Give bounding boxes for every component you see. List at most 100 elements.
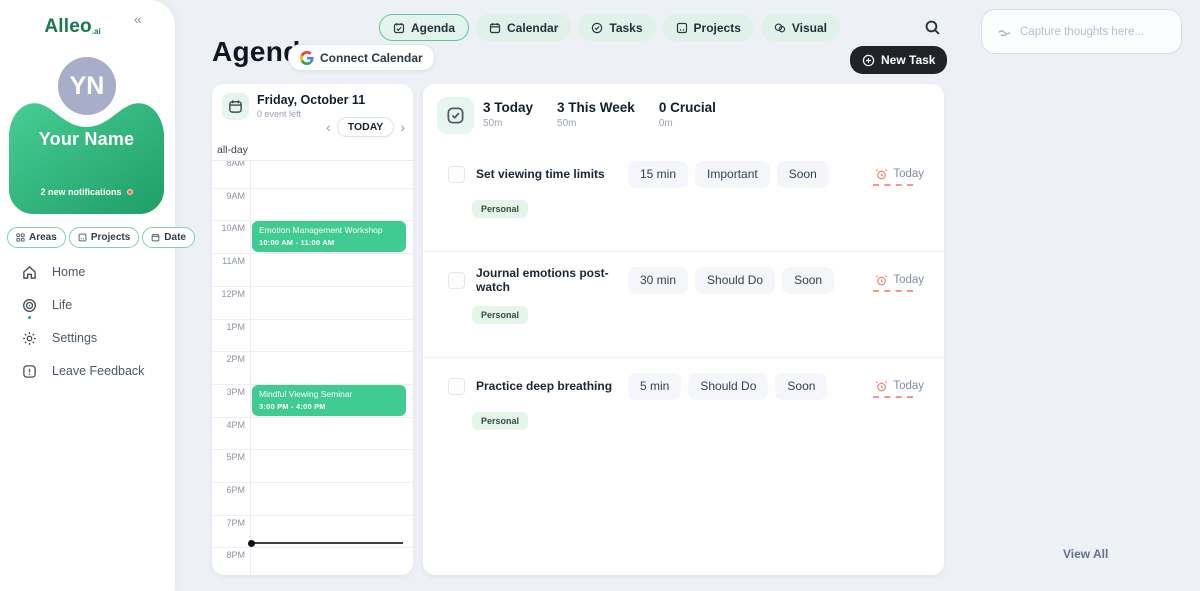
check-square-icon bbox=[446, 106, 465, 125]
task-due[interactable]: Today bbox=[875, 380, 924, 393]
tasks-panel: 3 Today 50m 3 This Week 50m 0 Crucial 0m… bbox=[423, 84, 944, 575]
task-urgency-pill[interactable]: Soon bbox=[775, 373, 827, 400]
task-tag[interactable]: Personal bbox=[472, 306, 528, 324]
hour-label: 4PM bbox=[212, 418, 245, 430]
current-time-dot bbox=[248, 540, 255, 547]
task-pills: 30 min Should Do Soon bbox=[628, 267, 834, 294]
task-checkbox[interactable] bbox=[448, 272, 465, 289]
hour-label: 5PM bbox=[212, 450, 245, 462]
capture-thoughts-input[interactable] bbox=[1020, 26, 1170, 38]
task-priority-pill[interactable]: Should Do bbox=[688, 373, 768, 400]
task-row[interactable]: Journal emotions post-watch 30 min Shoul… bbox=[423, 252, 944, 358]
hour-label: 2PM bbox=[212, 352, 245, 364]
sidebar-item-settings[interactable]: Settings bbox=[22, 330, 144, 346]
sidebar-item-leave-feedback[interactable]: Leave Feedback bbox=[22, 363, 144, 379]
calendar-date-title: Friday, October 11 bbox=[257, 93, 365, 107]
task-duration-pill[interactable]: 15 min bbox=[628, 161, 688, 188]
task-list: Set viewing time limits 15 min Important… bbox=[423, 146, 944, 464]
stat-crucial: 0 Crucial 0m bbox=[659, 100, 716, 129]
tasks-icon bbox=[591, 22, 603, 34]
task-priority-pill[interactable]: Important bbox=[695, 161, 770, 188]
event-title: Emotion Management Workshop bbox=[259, 225, 399, 236]
sidebar-filters: Areas Projects Date bbox=[7, 227, 195, 248]
visual-icon bbox=[774, 22, 786, 34]
notifications[interactable]: 2 new notifications bbox=[9, 187, 164, 197]
prev-day-button[interactable]: ‹ bbox=[326, 118, 331, 136]
task-checkbox[interactable] bbox=[448, 166, 465, 183]
task-urgency-pill[interactable]: Soon bbox=[782, 267, 834, 294]
stat-value: 3 Today bbox=[483, 100, 533, 115]
new-task-button[interactable]: New Task bbox=[850, 46, 947, 74]
hour-label: 3PM bbox=[212, 385, 245, 397]
filter-areas-button[interactable]: Areas bbox=[7, 227, 66, 248]
brand-text: Alleo bbox=[44, 16, 91, 37]
new-task-label: New Task bbox=[881, 53, 935, 67]
stat-sub: 50m bbox=[557, 118, 635, 129]
filter-projects-button[interactable]: Projects bbox=[69, 227, 139, 248]
calendar-event[interactable]: Emotion Management Workshop 10:00 AM - 1… bbox=[252, 221, 406, 252]
capture-thoughts-box[interactable] bbox=[981, 9, 1182, 54]
filter-date-button[interactable]: Date bbox=[142, 227, 195, 248]
next-day-button[interactable]: › bbox=[400, 118, 405, 136]
tab-label: Tasks bbox=[609, 21, 642, 35]
view-all-link[interactable]: View All bbox=[1063, 547, 1108, 561]
hour-label: 12PM bbox=[212, 287, 245, 299]
filter-label: Areas bbox=[29, 232, 57, 243]
connect-calendar-button[interactable]: Connect Calendar bbox=[288, 44, 435, 71]
sidebar-item-life[interactable]: Life bbox=[22, 297, 144, 313]
search-button[interactable] bbox=[924, 19, 944, 39]
task-title: Journal emotions post-watch bbox=[476, 266, 628, 294]
tab-label: Projects bbox=[694, 21, 741, 35]
tab-label: Agenda bbox=[411, 21, 455, 35]
tab-visual[interactable]: Visual bbox=[761, 14, 840, 41]
task-due-label: Today bbox=[893, 380, 924, 392]
hour-row: 9AM bbox=[212, 188, 413, 221]
hour-row: 5PM bbox=[212, 449, 413, 482]
task-priority-pill[interactable]: Should Do bbox=[695, 267, 775, 294]
task-checkbox[interactable] bbox=[448, 378, 465, 395]
areas-icon bbox=[16, 233, 25, 242]
tab-calendar[interactable]: Calendar bbox=[476, 14, 571, 41]
task-tag[interactable]: Personal bbox=[472, 200, 528, 218]
sidebar-item-label: Life bbox=[52, 298, 72, 312]
sidebar: Alleo.ai « YN Your Name 2 new notificati… bbox=[0, 0, 175, 591]
task-due-label: Today bbox=[893, 274, 924, 286]
projects-icon bbox=[676, 22, 688, 34]
tab-projects[interactable]: Projects bbox=[663, 14, 754, 41]
hour-row: 2PM bbox=[212, 351, 413, 384]
feedback-icon bbox=[22, 364, 37, 379]
task-row[interactable]: Set viewing time limits 15 min Important… bbox=[423, 146, 944, 252]
hour-label: 11AM bbox=[212, 254, 245, 266]
alarm-icon bbox=[875, 168, 888, 181]
task-row[interactable]: Practice deep breathing 5 min Should Do … bbox=[423, 358, 944, 464]
task-duration-pill[interactable]: 5 min bbox=[628, 373, 681, 400]
calendar-events-left: 0 event left bbox=[257, 109, 301, 119]
filter-label: Date bbox=[164, 232, 186, 243]
stat-value: 3 This Week bbox=[557, 100, 635, 115]
notification-dot-icon bbox=[127, 189, 133, 195]
filter-label: Projects bbox=[91, 232, 130, 243]
stat-value: 0 Crucial bbox=[659, 100, 716, 115]
search-icon bbox=[924, 19, 941, 36]
tab-tasks[interactable]: Tasks bbox=[578, 14, 655, 41]
calendar-event[interactable]: Mindful Viewing Seminar 3:00 PM - 4:00 P… bbox=[252, 385, 406, 416]
task-tag[interactable]: Personal bbox=[472, 412, 528, 430]
task-urgency-pill[interactable]: Soon bbox=[777, 161, 829, 188]
sidebar-item-home[interactable]: Home bbox=[22, 264, 144, 280]
today-button[interactable]: TODAY bbox=[337, 117, 395, 137]
tab-agenda[interactable]: Agenda bbox=[379, 14, 469, 41]
tab-label: Calendar bbox=[507, 21, 558, 35]
stat-sub: 50m bbox=[483, 118, 533, 129]
hour-row: 8PM bbox=[212, 547, 413, 575]
calendar-icon-box bbox=[222, 93, 249, 120]
scribble-icon bbox=[997, 24, 1012, 39]
avatar[interactable]: YN bbox=[58, 57, 116, 115]
task-duration-pill[interactable]: 30 min bbox=[628, 267, 688, 294]
sidebar-collapse-icon[interactable]: « bbox=[134, 11, 142, 27]
alarm-icon bbox=[875, 380, 888, 393]
task-due[interactable]: Today bbox=[875, 274, 924, 287]
agenda-icon bbox=[393, 22, 405, 34]
user-name: Your Name bbox=[9, 129, 164, 150]
time-grid[interactable]: all-day Emotion Management Workshop 10:0… bbox=[212, 141, 413, 575]
task-due[interactable]: Today bbox=[875, 168, 924, 181]
